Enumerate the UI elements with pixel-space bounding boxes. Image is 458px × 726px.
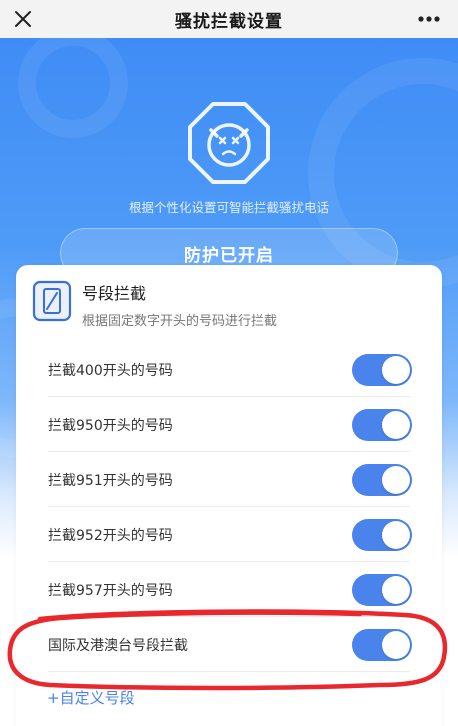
setting-row-950: 拦截950开头的号码	[16, 397, 442, 452]
toggle-switch[interactable]	[352, 463, 412, 496]
add-custom-segment-link[interactable]: +自定义号段	[47, 687, 135, 708]
card-subtitle: 根据固定数字开头的号码进行拦截	[82, 314, 278, 329]
row-label: 拦截400开头的号码	[48, 362, 173, 379]
decor-ring	[18, 38, 128, 138]
card-header: 号段拦截 根据固定数字开头的号码进行拦截	[16, 265, 442, 337]
toggle-knob	[382, 410, 410, 439]
toggle-knob	[382, 575, 410, 604]
more-dots-icon[interactable]	[412, 4, 446, 34]
close-icon[interactable]	[8, 4, 38, 34]
phone-card-icon	[31, 279, 73, 323]
page-title: 骚扰拦截设置	[175, 11, 283, 32]
toggle-switch[interactable]	[352, 408, 412, 441]
row-label: 国际及港澳台号段拦截	[48, 637, 188, 654]
row-label: 拦截952开头的号码	[48, 527, 173, 544]
divider	[48, 671, 410, 672]
top-navbar: 骚扰拦截设置	[0, 0, 458, 38]
toggle-knob	[382, 630, 410, 659]
toggle-knob	[382, 520, 410, 549]
hero-description: 根据个性化设置可智能拦截骚扰电话	[128, 200, 329, 215]
setting-row-400: 拦截400开头的号码	[16, 342, 442, 397]
setting-row-951: 拦截951开头的号码	[16, 452, 442, 507]
toggle-knob	[382, 355, 410, 384]
row-label: 拦截951开头的号码	[48, 472, 173, 489]
toggle-switch[interactable]	[352, 573, 412, 606]
row-label: 拦截950开头的号码	[48, 417, 173, 434]
shield-face-icon	[186, 100, 272, 186]
setting-row-957: 拦截957开头的号码	[16, 562, 442, 617]
row-label: 拦截957开头的号码	[48, 582, 173, 599]
setting-row-international: 国际及港澳台号段拦截	[16, 617, 442, 672]
toggle-knob	[382, 465, 410, 494]
setting-row-952: 拦截952开头的号码	[16, 507, 442, 562]
card-title: 号段拦截	[82, 284, 147, 303]
toggle-switch[interactable]	[352, 518, 412, 551]
toggle-switch[interactable]	[352, 353, 412, 386]
toggle-switch[interactable]	[352, 628, 412, 661]
number-segment-card: 号段拦截 根据固定数字开头的号码进行拦截 拦截400开头的号码 拦截950开头的…	[16, 265, 442, 726]
